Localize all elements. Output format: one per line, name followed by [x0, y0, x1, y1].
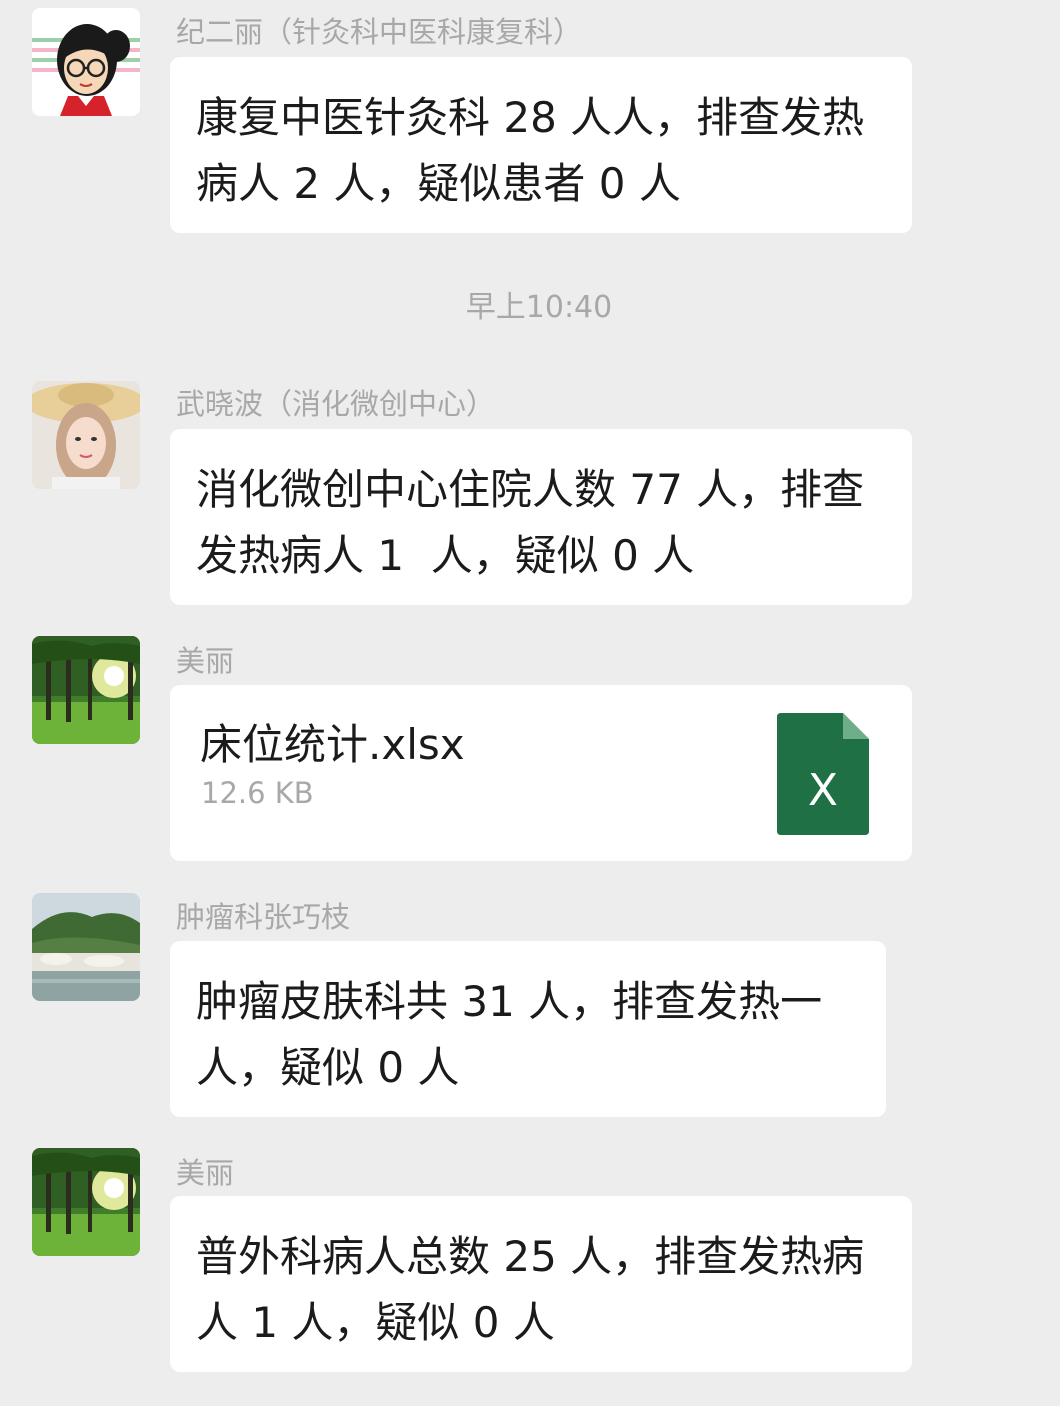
- message-bubble[interactable]: 肿瘤皮肤科共 31 人，排查发热一 人，疑似 0 人: [170, 941, 886, 1117]
- avatar[interactable]: [32, 636, 140, 744]
- message-bubble[interactable]: 康复中医针灸科 28 人人，排查发热 病人 2 人，疑似患者 0 人: [170, 57, 912, 233]
- timestamp: 早上10:40: [465, 290, 613, 325]
- sender-name: 武晓波（消化微创中心）: [176, 387, 496, 421]
- message-text: 肿瘤皮肤科共 31 人，排查发热一 人，疑似 0 人: [196, 977, 823, 1092]
- avatar[interactable]: [32, 1148, 140, 1256]
- sunlit-forest-avatar: [32, 636, 140, 744]
- avatar[interactable]: [32, 8, 140, 116]
- excel-file-icon: X: [777, 713, 869, 835]
- message-text: 消化微创中心住院人数 77 人，排查 发热病人 1 人，疑似 0 人: [196, 465, 865, 580]
- message-bubble[interactable]: 普外科病人总数 25 人，排查发热病 人 1 人，疑似 0 人: [170, 1196, 912, 1372]
- sunlit-forest-avatar: [32, 1148, 140, 1256]
- sender-name: 肿瘤科张巧枝: [176, 900, 351, 934]
- excel-letter: X: [808, 765, 838, 816]
- message-text: 康复中医针灸科 28 人人，排查发热 病人 2 人，疑似患者 0 人: [196, 93, 865, 208]
- sender-name: 纪二丽（针灸科中医科康复科）: [176, 15, 583, 49]
- message-text: 普外科病人总数 25 人，排查发热病 人 1 人，疑似 0 人: [196, 1232, 865, 1347]
- file-message-bubble[interactable]: 床位统计.xlsx 12.6 KB X: [170, 685, 912, 861]
- file-size: 12.6 KB: [201, 776, 314, 810]
- lake-landscape-avatar: [32, 893, 140, 1001]
- avatar[interactable]: [32, 381, 140, 489]
- file-name: 床位统计.xlsx: [200, 720, 465, 769]
- cartoon-girl-avatar: [32, 8, 140, 116]
- woman-straw-hat-avatar: [32, 381, 140, 489]
- avatar[interactable]: [32, 893, 140, 1001]
- message-bubble[interactable]: 消化微创中心住院人数 77 人，排查 发热病人 1 人，疑似 0 人: [170, 429, 912, 605]
- sender-name: 美丽: [176, 644, 235, 678]
- sender-name: 美丽: [176, 1156, 235, 1190]
